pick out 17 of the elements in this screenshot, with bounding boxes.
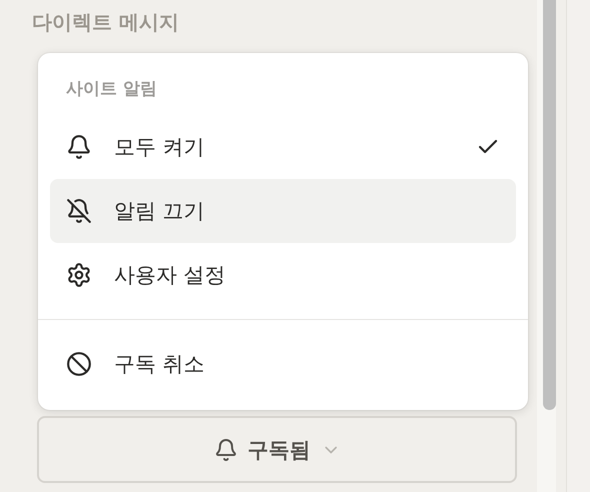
- menu-item-label: 알림 끄기: [114, 198, 206, 225]
- menu-item-label: 구독 취소: [114, 351, 206, 378]
- scrollbar-thumb[interactable]: [543, 0, 556, 410]
- menu-item[interactable]: 구독 취소: [50, 332, 516, 396]
- bell-icon: [214, 438, 238, 462]
- subscribed-button[interactable]: 구독됨: [37, 416, 517, 483]
- bell-icon: [66, 134, 92, 160]
- menu-item[interactable]: 알림 끄기: [50, 179, 516, 243]
- menu-item[interactable]: 모두 켜기: [50, 115, 516, 179]
- menu-title: 사이트 알림: [65, 78, 158, 101]
- section-heading: 다이렉트 메시지: [32, 9, 180, 36]
- menu-item[interactable]: 사용자 설정: [50, 243, 516, 307]
- bell-off-icon: [66, 198, 92, 224]
- menu-item-label: 모두 켜기: [114, 134, 206, 161]
- menu-item-label: 사용자 설정: [114, 262, 227, 289]
- settings-icon: [66, 262, 92, 288]
- ban-icon: [66, 351, 92, 377]
